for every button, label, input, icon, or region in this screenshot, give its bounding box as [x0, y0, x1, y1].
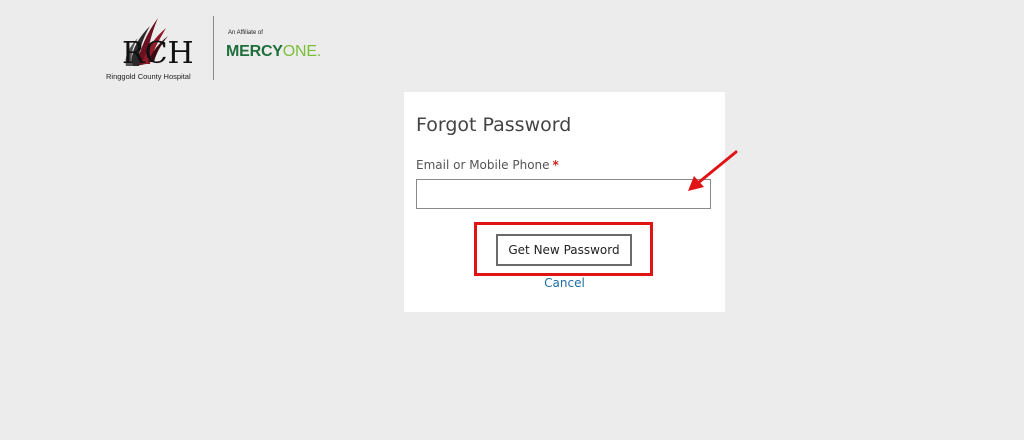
cancel-link[interactable]: Cancel: [404, 276, 725, 290]
hospital-name: Ringgold County Hospital: [106, 72, 191, 81]
header-logo: RCH Ringgold County Hospital An Affiliat…: [106, 14, 346, 82]
email-field-label: Email or Mobile Phone *: [416, 158, 559, 172]
annotation-arrow-icon: [688, 150, 738, 191]
email-label-text: Email or Mobile Phone: [416, 158, 550, 172]
forgot-password-page: RCH Ringgold County Hospital An Affiliat…: [0, 0, 1024, 440]
affiliate-text: An Affiliate of: [228, 30, 263, 36]
get-new-password-button[interactable]: Get New Password: [496, 234, 632, 266]
logo-divider: [213, 16, 214, 80]
forgot-password-card: Forgot Password Email or Mobile Phone * G…: [404, 92, 725, 312]
partner-logo: MERCYONE.: [226, 43, 321, 61]
required-marker: *: [552, 158, 559, 172]
partner-name-part2: ONE: [282, 43, 317, 60]
partner-name-part1: MERCY: [226, 43, 283, 60]
email-or-phone-input[interactable]: [416, 179, 711, 209]
partner-suffix: .: [316, 43, 322, 60]
rch-logo-text: RCH: [122, 36, 194, 71]
page-title: Forgot Password: [416, 114, 572, 136]
